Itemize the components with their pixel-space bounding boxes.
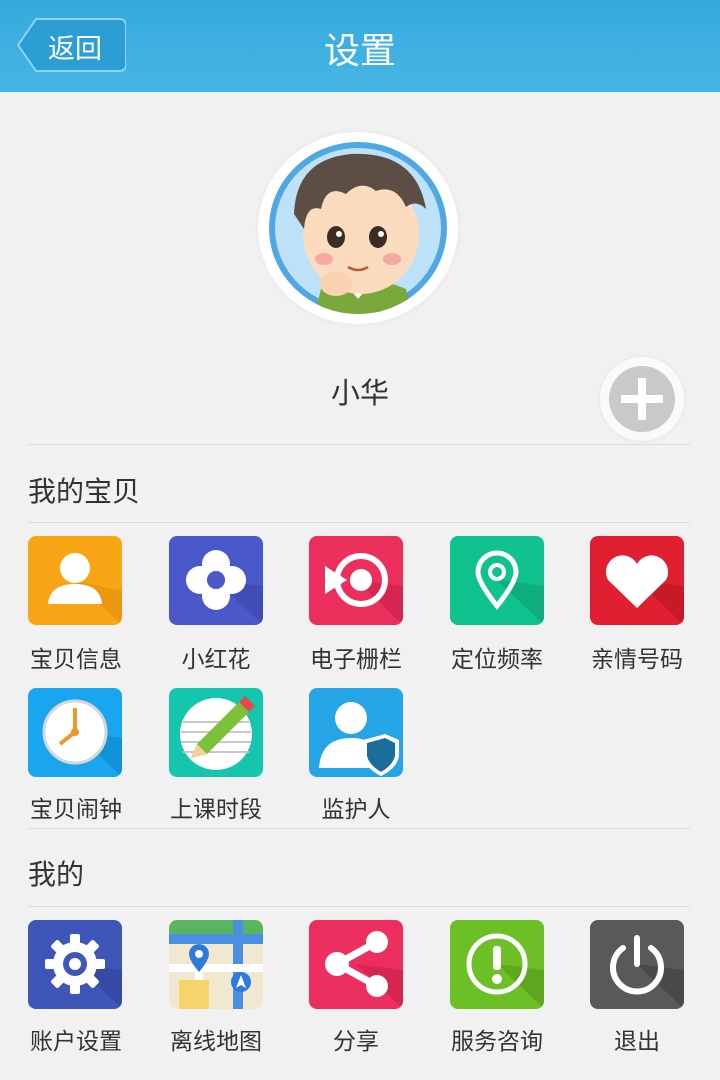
gear-icon	[28, 920, 122, 1009]
plus-icon	[609, 366, 675, 432]
exclamation-icon	[450, 920, 544, 1009]
guardian-button[interactable]	[309, 688, 403, 777]
power-icon	[590, 920, 684, 1009]
share-button[interactable]	[309, 920, 403, 1009]
add-child-button[interactable]	[598, 355, 686, 443]
baby-alarm-label: 宝贝闹钟	[30, 797, 122, 823]
clock-icon	[28, 688, 122, 777]
account-settings-label: 账户设置	[30, 1029, 122, 1055]
location-frequency-button[interactable]	[450, 536, 544, 625]
person-icon	[28, 536, 122, 625]
baby-info-button[interactable]	[28, 536, 122, 625]
divider	[28, 522, 690, 523]
divider	[28, 906, 690, 907]
pencil-notebook-icon	[169, 688, 263, 777]
section-title-mine: 我的	[28, 858, 85, 891]
guardian-label: 监护人	[321, 797, 391, 823]
logout-button[interactable]	[590, 920, 684, 1009]
family-numbers-label: 亲情号码	[591, 647, 683, 673]
guardian-shield-icon	[309, 688, 403, 777]
flower-icon	[169, 536, 263, 625]
little-red-flower-label: 小红花	[181, 647, 251, 673]
offline-map-label: 离线地图	[170, 1029, 262, 1055]
heart-icon	[590, 536, 684, 625]
service-consult-button[interactable]	[450, 920, 544, 1009]
share-label: 分享	[333, 1029, 379, 1055]
share-icon	[309, 920, 403, 1009]
service-consult-label: 服务咨询	[451, 1029, 543, 1055]
divider	[28, 828, 690, 829]
header-bar: 返回 设置	[0, 0, 720, 92]
section-title-my-baby: 我的宝贝	[28, 475, 141, 508]
little-red-flower-button[interactable]	[169, 536, 263, 625]
baby-info-label: 宝贝信息	[30, 647, 122, 673]
map-icon	[169, 920, 263, 1009]
geofence-label: 电子栅栏	[310, 647, 402, 673]
family-numbers-button[interactable]	[590, 536, 684, 625]
offline-map-button[interactable]	[169, 920, 263, 1009]
logout-label: 退出	[614, 1029, 660, 1055]
geofence-button[interactable]	[309, 536, 403, 625]
fence-target-icon	[309, 536, 403, 625]
account-settings-button[interactable]	[28, 920, 122, 1009]
class-period-button[interactable]	[169, 688, 263, 777]
avatar[interactable]	[258, 132, 458, 324]
page-title: 设置	[323, 31, 396, 72]
location-pin-icon	[450, 536, 544, 625]
location-frequency-label: 定位频率	[451, 647, 543, 673]
baby-alarm-button[interactable]	[28, 688, 122, 777]
class-period-label: 上课时段	[170, 797, 262, 823]
divider	[28, 444, 690, 445]
